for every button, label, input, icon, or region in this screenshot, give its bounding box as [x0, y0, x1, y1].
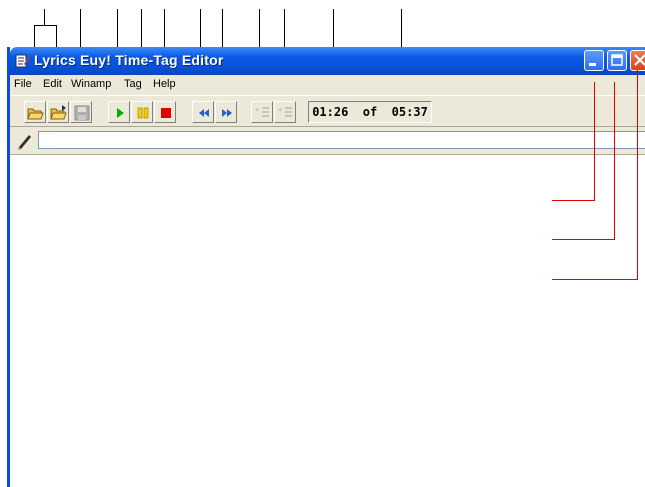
tag-input[interactable] [38, 131, 645, 149]
minimize-icon [589, 63, 596, 66]
callout-open-line [44, 9, 45, 25]
add-tag-button[interactable]: + [251, 101, 273, 123]
window-title: Lyrics Euy! Time-Tag Editor [34, 52, 224, 68]
callout-close-v [637, 70, 638, 279]
menu-help[interactable]: Help [153, 78, 176, 90]
open-button[interactable] [24, 101, 46, 123]
menu-file[interactable]: File [14, 78, 32, 90]
pause-icon [137, 107, 149, 119]
callout-close-h [552, 279, 638, 280]
open-folder-icon [50, 105, 67, 120]
pause-button[interactable] [131, 101, 153, 123]
maximize-icon [611, 54, 623, 66]
notepad-pen-icon [15, 54, 30, 68]
lyrics-editor-area[interactable] [10, 155, 645, 487]
svg-text:+: + [255, 107, 259, 114]
callout-open-bracket [34, 25, 56, 26]
callout-maximize-h [552, 239, 615, 240]
play-button[interactable] [108, 101, 130, 123]
fast-forward-button[interactable] [215, 101, 237, 123]
close-button[interactable] [630, 50, 645, 71]
rewind-button[interactable] [192, 101, 214, 123]
save-button[interactable] [70, 101, 92, 123]
menu-winamp[interactable]: Winamp [71, 78, 111, 90]
remove-tag-icon: + [278, 107, 292, 117]
stop-button[interactable] [154, 101, 176, 123]
close-icon [634, 54, 645, 66]
open-icon [27, 108, 44, 120]
menu-tag[interactable]: Tag [124, 78, 142, 90]
rewind-icon [199, 109, 209, 117]
stop-icon [161, 108, 171, 118]
tag-edit-bar [10, 127, 645, 155]
menu-edit[interactable]: Edit [43, 78, 62, 90]
fast-forward-icon [222, 109, 232, 117]
app-window: Lyrics Euy! Time-Tag Editor File Edit Wi… [7, 47, 645, 487]
callout-minimize-h [552, 200, 595, 201]
pen-icon [18, 135, 31, 150]
svg-text:+: + [278, 107, 282, 114]
open-folder-button[interactable] [47, 101, 69, 123]
remove-tag-button[interactable]: + [274, 101, 296, 123]
maximize-button[interactable] [607, 50, 627, 71]
time-display: 01:26 of 05:37 [308, 101, 432, 123]
save-icon [74, 105, 90, 121]
add-tag-icon: + [255, 107, 269, 117]
minimize-button[interactable] [584, 50, 604, 71]
callout-maximize-v [614, 82, 615, 239]
callout-minimize-v [594, 82, 595, 200]
menu-bar: File Edit Winamp Tag Help [10, 75, 645, 95]
title-bar[interactable]: Lyrics Euy! Time-Tag Editor [10, 47, 645, 75]
play-icon [117, 108, 124, 118]
toolbar: + + 01:26 of 05:37 [10, 95, 645, 127]
